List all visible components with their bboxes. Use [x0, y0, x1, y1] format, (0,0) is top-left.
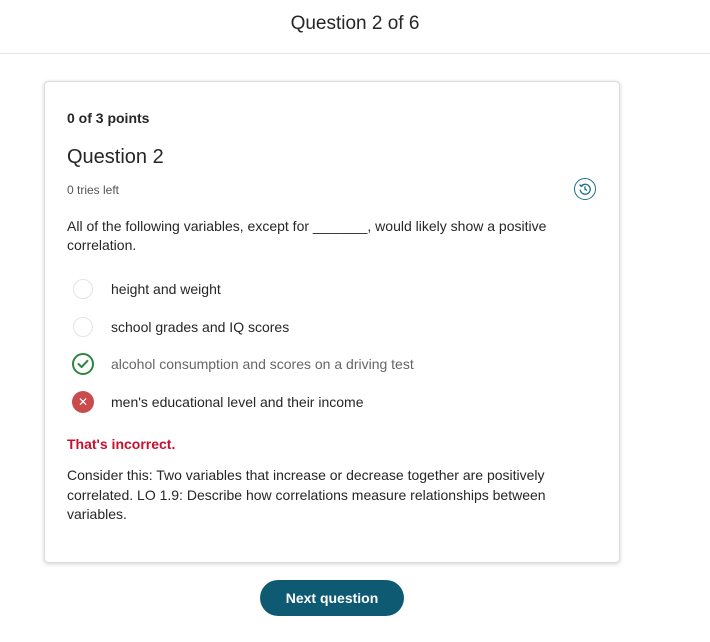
question-prompt: All of the following variables, except f…	[67, 218, 547, 253]
answer-option[interactable]: school grades and IQ scores	[67, 313, 587, 343]
incorrect-x-icon: ✕	[72, 391, 94, 413]
feedback-text: Consider this: Two variables that increa…	[67, 467, 546, 522]
question-card: 0 of 3 points Question 2 0 tries left Al…	[44, 81, 620, 563]
result-message: That's incorrect.	[67, 436, 176, 452]
answer-option[interactable]: alcohol consumption and scores on a driv…	[67, 350, 587, 380]
radio-empty-icon[interactable]	[73, 279, 93, 299]
answer-option[interactable]: height and weight	[67, 275, 587, 305]
tries-left-label: 0 tries left	[67, 183, 120, 197]
radio-empty-icon[interactable]	[73, 317, 93, 337]
answer-option-label: men's educational level and their income	[111, 394, 364, 410]
question-counter: Question 2 of 6	[290, 13, 420, 34]
history-icon	[579, 183, 591, 195]
history-button[interactable]	[574, 178, 596, 200]
next-question-button[interactable]: Next question	[260, 580, 404, 616]
points-label: 0 of 3 points	[67, 110, 150, 126]
correct-check-icon	[72, 353, 94, 375]
answer-option-label: alcohol consumption and scores on a driv…	[111, 356, 414, 372]
answer-option[interactable]: ✕ men's educational level and their inco…	[67, 388, 587, 418]
top-bar: Question 2 of 6	[0, 0, 710, 54]
question-title: Question 2	[67, 146, 164, 168]
answer-option-label: school grades and IQ scores	[111, 319, 290, 335]
answer-option-label: height and weight	[111, 281, 221, 297]
